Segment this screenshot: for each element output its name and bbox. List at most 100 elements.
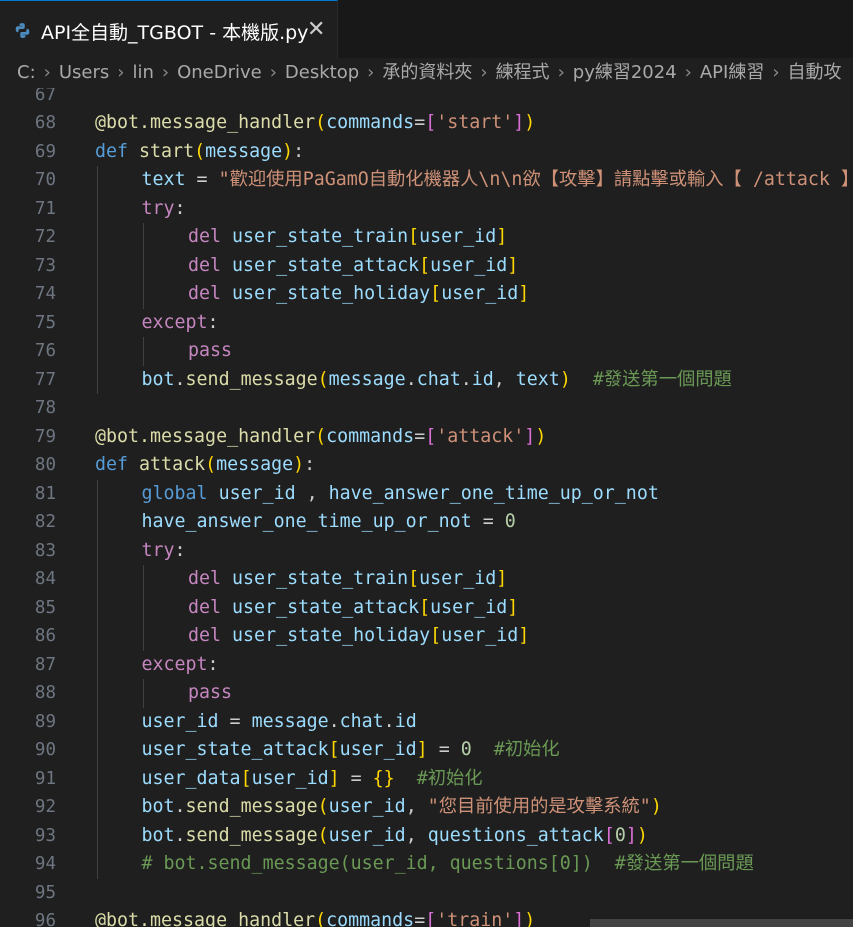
code-token: [ (425, 425, 437, 447)
code-line[interactable]: 76 pass (0, 337, 853, 366)
code-line[interactable]: 93 bot.send_message(user_id, questions_at… (0, 821, 853, 850)
code-token: user_id (218, 482, 296, 504)
code-editor[interactable]: 67 68 @bot.message_handler(commands=['star… (0, 88, 853, 927)
horizontal-scrollbar[interactable] (590, 919, 853, 927)
code-token: . (328, 710, 340, 732)
code-line[interactable]: 68 @bot.message_handler(commands=['start'… (0, 109, 853, 138)
close-icon[interactable]: ✕ (307, 17, 325, 42)
code-line[interactable]: 69 def start(message): (0, 138, 853, 167)
code-token: commands (326, 910, 415, 927)
code-text: except: (142, 309, 219, 338)
code-line[interactable]: 86 del user_state_holiday[user_id] (0, 622, 853, 651)
code-line[interactable]: 91 user_data[user_id] = {} #初始化 (0, 764, 853, 794)
code-token: questions_attack (427, 824, 604, 846)
code-token: = (218, 710, 252, 732)
code-line[interactable]: 84 del user_state_train[user_id] (0, 565, 853, 594)
breadcrumb-item[interactable]: py練習2024 (573, 62, 677, 83)
indent-guide (97, 337, 98, 366)
code-text: @bot.message_handler(commands=['attack']… (95, 423, 546, 452)
code-token: user_id (328, 796, 406, 817)
code-token: message (205, 140, 283, 162)
code-line[interactable]: 79 @bot.message_handler(commands=['attack… (0, 423, 853, 452)
code-token: #初始化 (416, 767, 483, 789)
breadcrumb-separator-icon: › (772, 62, 780, 83)
code-line[interactable]: 94 # bot.send_message(user_id, questions[… (0, 850, 853, 879)
indent-guide (143, 593, 144, 622)
code-text: pass (188, 337, 232, 366)
code-line[interactable]: 81 global user_id , have_answer_one_time_… (0, 479, 853, 508)
code-token: ( (317, 796, 329, 817)
code-line[interactable]: 80 def attack(message): (0, 451, 853, 480)
code-token: del (188, 568, 222, 589)
code-token: ) (293, 454, 305, 475)
line-number: 76 (34, 341, 56, 361)
code-text: del user_state_train[user_id] (188, 565, 507, 594)
indent-guide (97, 194, 98, 223)
line-number: 86 (34, 626, 56, 646)
code-token: message (251, 710, 329, 732)
code-token: = (471, 511, 505, 532)
code-token: [ (430, 283, 442, 304)
code-line[interactable]: 77 bot.send_message(message.chat.id, text… (0, 365, 853, 394)
code-token: [ (425, 910, 437, 927)
code-token: bot (141, 796, 175, 817)
breadcrumb-separator-icon: › (161, 62, 170, 83)
indent-guide (97, 365, 98, 394)
breadcrumb-separator-icon: › (557, 62, 565, 83)
code-token: message (328, 368, 406, 390)
code-line[interactable]: 95 (0, 879, 853, 908)
code-line[interactable]: 83 try: (0, 536, 853, 565)
code-token: = (185, 169, 219, 190)
code-line[interactable]: 92 bot.send_message(user_id, "您目前使用的是攻擊系統… (0, 793, 853, 822)
indent-guide (97, 565, 98, 594)
breadcrumb-item[interactable]: 自動攻 (788, 62, 842, 83)
code-line[interactable]: 88 pass (0, 679, 853, 708)
code-token: @bot.message_handler (95, 112, 316, 133)
code-line[interactable]: 72 del user_state_train[user_id] (0, 223, 853, 252)
code-token: ] (513, 112, 525, 133)
code-line[interactable]: 87 except: (0, 650, 853, 679)
code-text: @bot.message_handler(commands=['train']) (95, 907, 535, 927)
tab-title: API全自動_TGBOT - 本機版.py (41, 22, 309, 44)
code-token: user_id (441, 625, 519, 646)
indent-guide (97, 850, 98, 879)
code-token: ( (315, 910, 327, 927)
breadcrumb-item[interactable]: Desktop (285, 62, 359, 83)
code-line[interactable]: 73 del user_state_attack[user_id] (0, 251, 853, 280)
code-line[interactable]: 89 user_id = message.chat.id (0, 707, 853, 736)
breadcrumb-item[interactable]: Users (59, 62, 109, 83)
code-line[interactable]: 90 user_state_attack[user_id] = 0 #初始化 (0, 736, 853, 765)
code-line[interactable]: 70 text = "歡迎使用PaGamO自動化機器人\n\n欲【攻擊】請點擊或輸… (0, 166, 853, 195)
code-line[interactable]: 71 try: (0, 194, 853, 223)
editor-tab[interactable]: API全自動_TGBOT - 本機版.py ✕ (0, 0, 338, 58)
code-token: = (339, 767, 373, 789)
breadcrumb-item[interactable]: 承的資料夾 (382, 62, 472, 83)
code-token: , (405, 796, 428, 817)
breadcrumb-item[interactable]: 練程式 (496, 62, 550, 83)
code-line[interactable]: 75 except: (0, 308, 853, 338)
code-line[interactable]: 67 (0, 88, 853, 109)
line-number: 82 (34, 512, 56, 532)
code-line[interactable]: 85 del user_state_attack[user_id] (0, 593, 853, 623)
code-token: , (405, 824, 428, 846)
breadcrumb-item[interactable]: API練習 (700, 62, 764, 83)
breadcrumb-item[interactable]: OneDrive (177, 62, 262, 83)
code-text: del user_state_attack[user_id] (188, 594, 518, 623)
code-line[interactable]: 74 del user_state_holiday[user_id] (0, 280, 853, 309)
code-line[interactable]: 82 have_answer_one_time_up_or_not = 0 (0, 508, 853, 537)
breadcrumb-item[interactable]: lin (132, 62, 153, 83)
code-token: ] (518, 283, 530, 304)
code-text: def start(message): (95, 138, 304, 167)
breadcrumb-item[interactable]: C: (17, 62, 36, 83)
indent-guide (97, 707, 98, 736)
code-text: user_data[user_id] = {} #初始化 (142, 765, 483, 794)
code-token: user_state_train (232, 226, 409, 247)
code-line[interactable]: 78 (0, 394, 853, 423)
code-text: def attack(message): (95, 451, 315, 480)
breadcrumb-separator-icon: › (480, 62, 488, 83)
code-token: user_state_attack (141, 739, 329, 760)
indent-guide (97, 679, 98, 708)
